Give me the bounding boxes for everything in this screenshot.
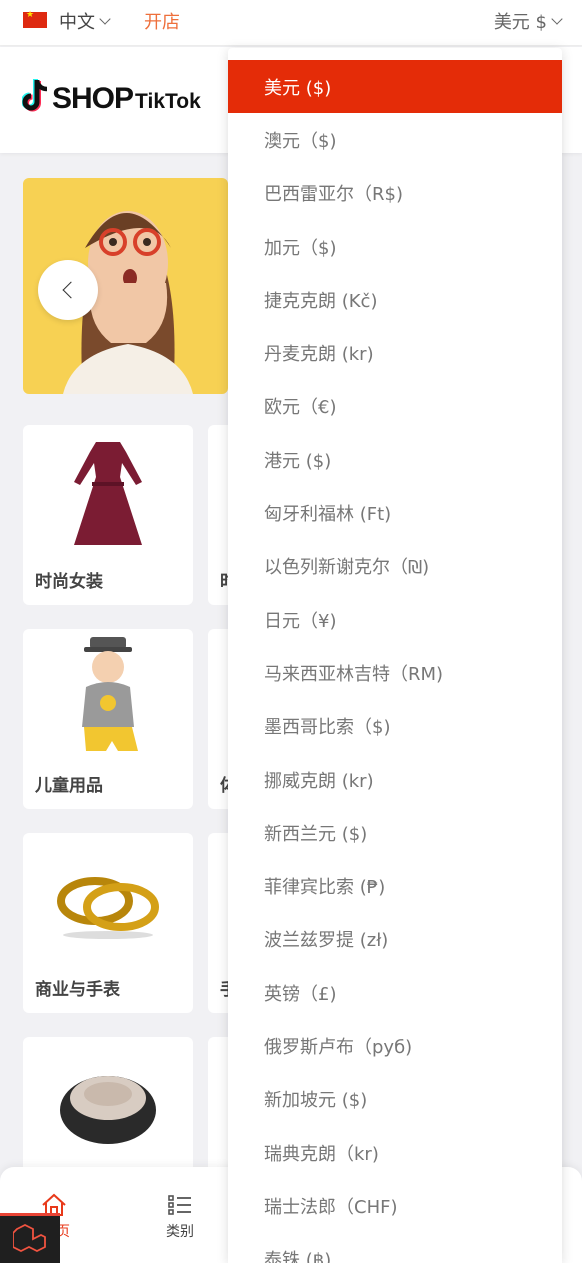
open-shop-link[interactable]: 开店 [144, 8, 180, 34]
currency-option[interactable]: 瑞士法郎（CHF) [228, 1179, 562, 1232]
currency-option[interactable]: 加元（$) [228, 220, 562, 273]
currency-option[interactable]: 新西兰元 ($) [228, 806, 562, 859]
currency-option[interactable]: 匈牙利福林 (Ft) [228, 486, 562, 539]
currency-option[interactable]: 墨西哥比索（$) [228, 700, 562, 753]
logo-text: SHOP [52, 82, 134, 115]
category-image [23, 435, 193, 550]
tiktok-note-icon [22, 78, 52, 114]
currency-option[interactable]: 以色列新谢克尔（₪) [228, 540, 562, 593]
category-image [23, 1047, 193, 1162]
top-bar: ★ 中文 开店 美元 $ [0, 0, 582, 46]
currency-option[interactable]: 英镑（£) [228, 966, 562, 1019]
currency-option[interactable]: 巴西雷亚尔（R$) [228, 167, 562, 220]
logo-subtext: TikTok [135, 90, 201, 113]
currency-option[interactable]: 捷克克朗 (Kč) [228, 273, 562, 326]
nav-category[interactable]: 类别 [166, 1193, 194, 1241]
currency-dropdown: 美元 ($) 澳元（$) 巴西雷亚尔（R$) 加元（$) 捷克克朗 (Kč) 丹麦克朗 (… [228, 48, 562, 1263]
chevron-left-icon [62, 281, 79, 299]
currency-option[interactable]: 瑞典克朗（kr) [228, 1126, 562, 1179]
category-card[interactable]: 商业与手表 [23, 833, 193, 1013]
currency-option[interactable]: 港元 ($) [228, 433, 562, 486]
currency-option[interactable]: 美元 ($) [228, 60, 562, 114]
currency-selector[interactable]: 美元 $ [493, 8, 563, 34]
currency-option[interactable]: 日元（¥) [228, 593, 562, 646]
currency-option[interactable]: 澳元（$) [228, 113, 562, 166]
currency-option[interactable]: 波兰兹罗提 (zł) [228, 913, 562, 966]
category-card[interactable]: 儿童用品 [23, 629, 193, 809]
nav-category-label: 类别 [166, 1224, 194, 1240]
category-label: 时尚女装 [35, 572, 103, 592]
currency-option[interactable]: 新加坡元 ($) [228, 1073, 562, 1126]
category-image [23, 636, 193, 754]
currency-label: 美元 $ [493, 12, 547, 33]
category-image [23, 843, 193, 958]
currency-option[interactable]: 挪威克朗 (kr) [228, 753, 562, 806]
category-card[interactable]: 时尚女装 [23, 425, 193, 605]
category-label: 商业与手表 [35, 980, 120, 1000]
banner-prev-button[interactable] [38, 260, 98, 320]
laravel-icon[interactable] [0, 1213, 60, 1263]
currency-option[interactable]: 泰铢 (฿) [228, 1233, 562, 1263]
site-logo[interactable]: SHOP TikTok [22, 78, 201, 114]
currency-option[interactable]: 马来西亚林吉特（RM) [228, 646, 562, 699]
chevron-down-icon [551, 13, 563, 25]
list-icon [168, 1195, 191, 1215]
currency-option[interactable]: 俄罗斯卢布（руб) [228, 1019, 562, 1072]
currency-option[interactable]: 欧元（€) [228, 380, 562, 433]
currency-option[interactable]: 菲律宾比索 (₱) [228, 859, 562, 912]
chevron-down-icon [99, 13, 111, 25]
currency-option[interactable]: 丹麦克朗 (kr) [228, 326, 562, 379]
china-flag-icon: ★ [23, 11, 47, 28]
language-label: 中文 [59, 12, 95, 33]
category-label: 儿童用品 [35, 776, 103, 796]
language-selector[interactable]: 中文 [59, 8, 111, 34]
